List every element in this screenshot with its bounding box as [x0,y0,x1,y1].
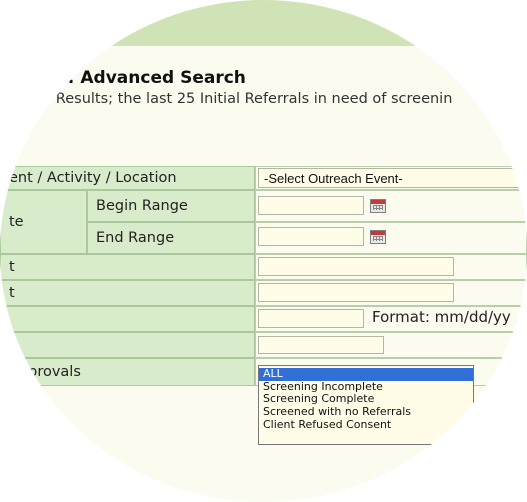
viewport-circle: ral: Advanced Search n Results; the last… [0,0,527,502]
listbox-option-client-refused-consent[interactable]: Client Refused Consent [259,418,473,432]
approvals-label: Approvals [0,358,255,386]
row7-input[interactable] [258,336,384,354]
row5-label: t [0,280,255,306]
end-range-label: End Range [87,222,255,254]
event-label: ent / Activity / Location [0,166,255,190]
listbox-option-all[interactable]: ALL [259,367,473,381]
page-subtitle: n Results; the last 25 Initial Referrals… [42,91,453,107]
date-format-hint: Format: mm/dd/yy [372,308,511,326]
date-label: te [0,190,87,254]
row4-label: t [0,254,255,280]
date-of-birth-input[interactable] [258,309,364,328]
calendar-icon[interactable] [370,199,386,213]
end-date-input[interactable] [258,227,364,246]
page-title: ral: Advanced Search [42,68,246,88]
row7-label [0,332,255,358]
row4-input[interactable] [258,257,454,276]
listbox-option-screened-no-referrals[interactable]: Screened with no Referrals [259,405,473,419]
outreach-event-select[interactable]: -Select Outreach Event- [258,168,527,188]
calendar-icon[interactable] [370,230,386,244]
begin-date-input[interactable] [258,196,364,215]
header-band [0,0,527,46]
row6-label [0,306,255,332]
approvals-listbox[interactable]: ALL Screening Incomplete Screening Compl… [258,365,474,445]
begin-range-label: Begin Range [87,190,255,222]
row5-input[interactable] [258,283,454,302]
